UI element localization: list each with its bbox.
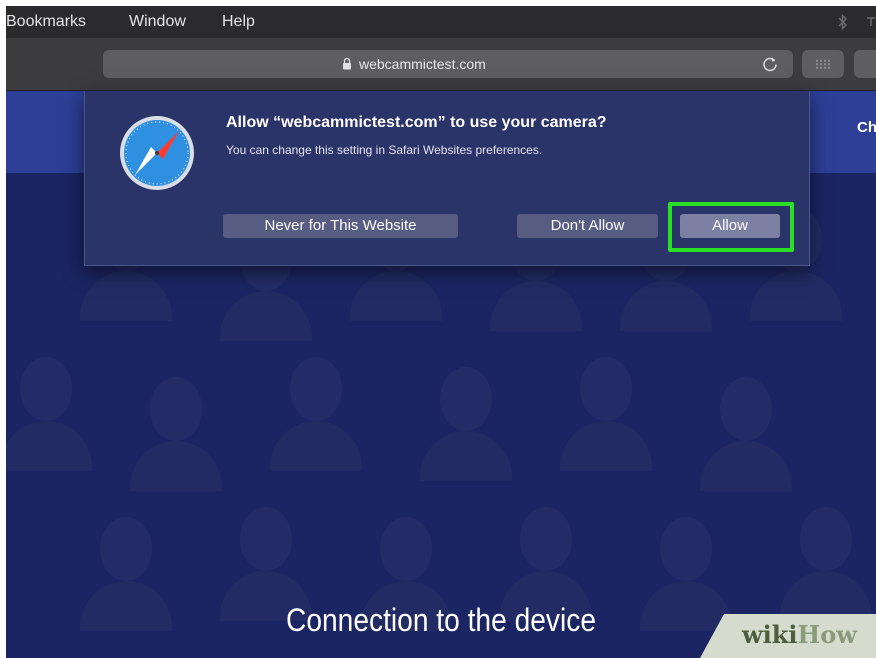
- menu-help[interactable]: Help: [222, 13, 255, 31]
- top-sites-button[interactable]: [802, 50, 844, 78]
- dont-allow-button[interactable]: Don't Allow: [517, 214, 658, 238]
- dialog-subtitle: You can change this setting in Safari We…: [226, 143, 543, 157]
- allow-highlight-box: [668, 202, 794, 252]
- menu-window[interactable]: Window: [129, 13, 186, 31]
- page-title: Connection to the device: [286, 602, 596, 638]
- faded-portrait: [766, 493, 876, 621]
- menu-bookmarks[interactable]: Bookmarks: [6, 13, 86, 31]
- menu-bar: Bookmarks Window Help: [6, 6, 876, 38]
- wikihow-logo: wikiHow: [742, 620, 857, 649]
- address-bar[interactable]: webcammictest.com: [103, 50, 793, 78]
- faded-portrait: [486, 493, 606, 621]
- lock-icon: [342, 57, 352, 70]
- faded-portrait: [6, 343, 106, 471]
- bluetooth-icon[interactable]: [837, 12, 849, 32]
- faded-portrait: [546, 343, 666, 471]
- toolbar-edge-button[interactable]: [854, 50, 876, 78]
- safari-compass-icon: [119, 115, 195, 191]
- camera-permission-dialog: Allow “webcammictest.com” to use your ca…: [84, 91, 810, 266]
- faded-portrait: [406, 353, 526, 481]
- faded-portrait: [256, 343, 376, 471]
- status-icon[interactable]: [866, 12, 876, 32]
- url-text: webcammictest.com: [359, 56, 486, 72]
- wikihow-watermark: wikiHow: [700, 614, 876, 658]
- faded-portrait: [206, 493, 326, 621]
- browser-toolbar: webcammictest.com: [6, 38, 876, 91]
- screen: Bookmarks Window Help webcammictest.com: [6, 6, 876, 658]
- site-header-link[interactable]: Ch: [857, 119, 876, 136]
- reload-icon[interactable]: [759, 53, 781, 75]
- dialog-title: Allow “webcammictest.com” to use your ca…: [226, 114, 607, 131]
- faded-portrait: [686, 363, 806, 491]
- faded-portrait: [116, 363, 236, 491]
- grid-icon: [815, 59, 831, 69]
- never-for-website-button[interactable]: Never for This Website: [223, 214, 458, 238]
